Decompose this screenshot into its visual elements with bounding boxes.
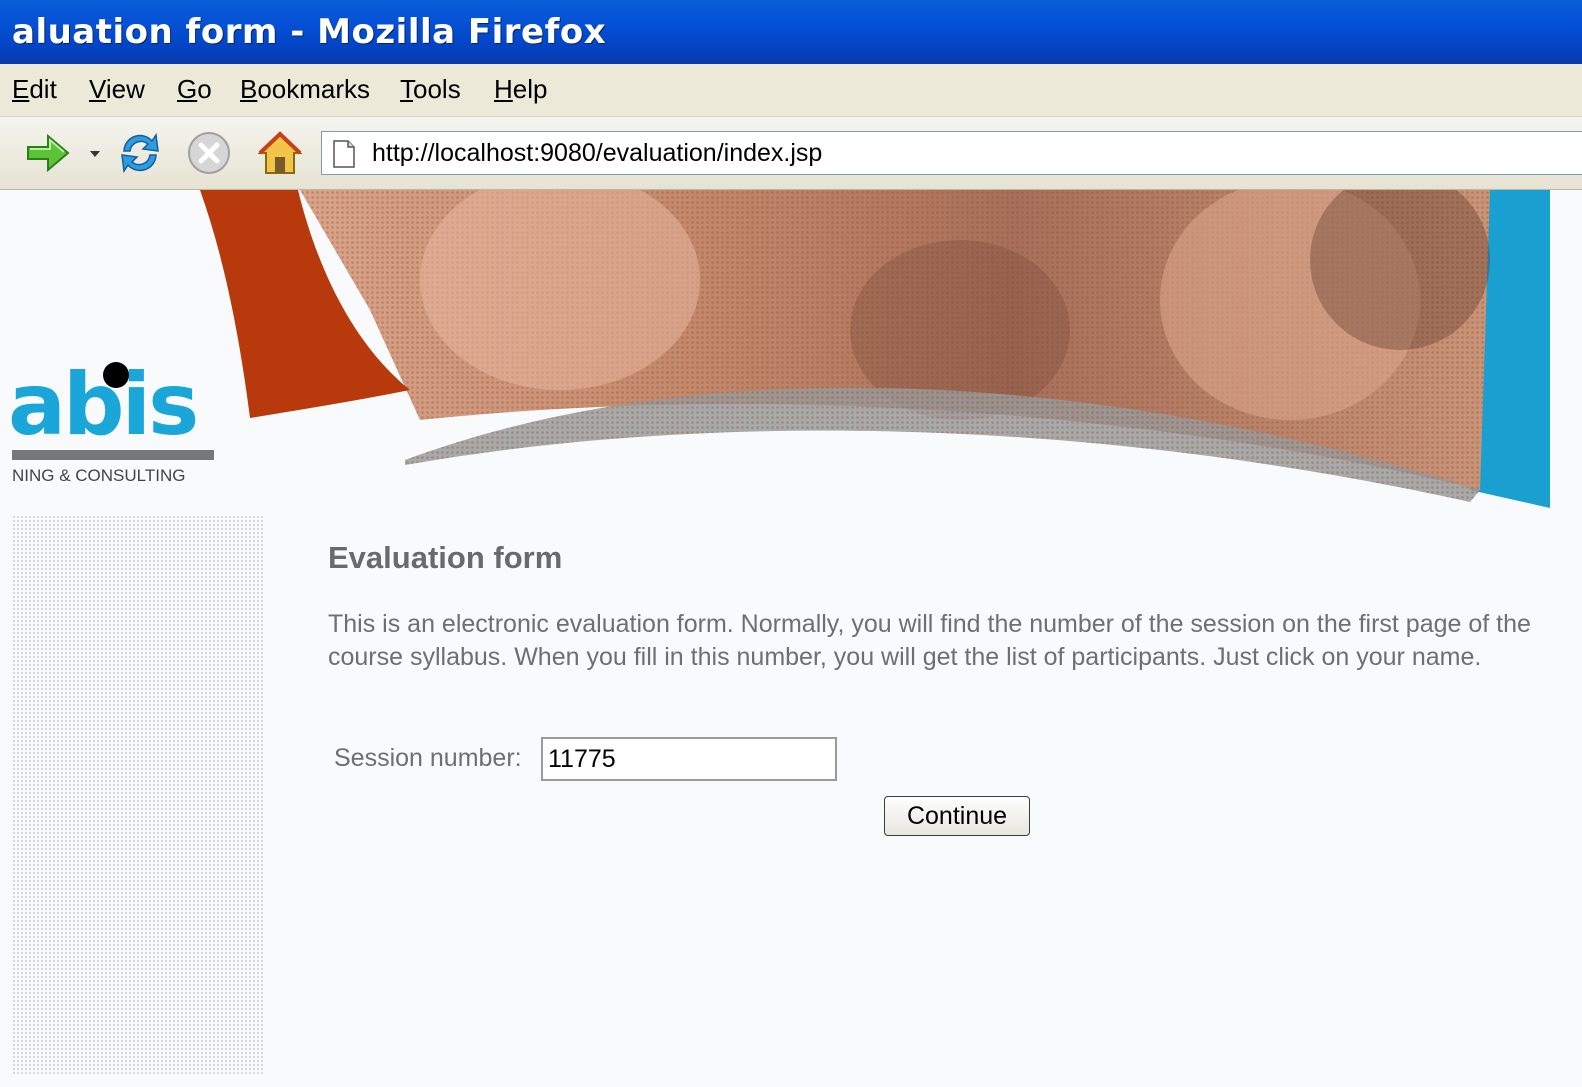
menu-help[interactable]: Help (494, 74, 547, 105)
menu-edit-label: dit (29, 74, 57, 104)
menu-edit[interactable]: Edit (12, 74, 57, 105)
window-titlebar: aluation form - Mozilla Firefox (0, 0, 1582, 64)
dot-pattern-decoration (12, 515, 264, 1075)
menu-go[interactable]: Go (177, 74, 212, 105)
window-title: aluation form - Mozilla Firefox (12, 12, 607, 52)
stop-button[interactable] (185, 129, 233, 177)
menu-tools[interactable]: Tools (400, 74, 461, 105)
continue-button[interactable]: Continue (884, 796, 1030, 836)
stop-icon (188, 132, 230, 174)
menu-bookmarks-label: ookmarks (257, 74, 371, 104)
home-icon (257, 131, 303, 174)
menu-go-label: o (197, 74, 212, 104)
forward-history-dropdown[interactable] (84, 129, 106, 177)
menu-bookmarks-mnemonic: B (240, 74, 258, 104)
page-content: abis NING & CONSULTING Evaluation form T… (0, 190, 1582, 1087)
reload-icon (121, 132, 159, 174)
menu-view[interactable]: View (89, 74, 145, 105)
logo-dot-decoration (103, 362, 129, 388)
logo-underline (12, 450, 214, 460)
menu-view-label: iew (105, 74, 145, 104)
menu-view-mnemonic: V (89, 74, 106, 104)
page-title: Evaluation form (328, 540, 563, 575)
session-number-input[interactable] (541, 737, 837, 781)
forward-icon (27, 133, 70, 173)
logo-tagline: NING & CONSULTING (12, 466, 186, 485)
menu-bookmarks[interactable]: Bookmarks (240, 74, 370, 105)
session-number-label: Session number: (334, 744, 522, 772)
menu-help-mnemonic: H (494, 74, 513, 104)
menu-tools-label: ools (413, 74, 461, 104)
menu-edit-mnemonic: E (12, 74, 30, 104)
forward-button[interactable] (24, 129, 72, 177)
address-url: http://localhost:9080/evaluation/index.j… (372, 139, 823, 167)
menu-help-label: elp (512, 74, 548, 104)
menu-go-mnemonic: G (177, 74, 198, 104)
reload-button[interactable] (116, 129, 164, 177)
address-bar[interactable]: http://localhost:9080/evaluation/index.j… (321, 131, 1582, 175)
navigation-toolbar: http://localhost:9080/evaluation/index.j… (0, 117, 1582, 190)
dropdown-arrow-icon (90, 151, 100, 157)
intro-text: This is an electronic evaluation form. N… (328, 610, 1531, 671)
header-banner-image (200, 190, 1550, 508)
page-icon (333, 140, 355, 168)
menu-tools-mnemonic: T (400, 74, 413, 104)
menubar: Edit View Go Bookmarks Tools Help (0, 64, 1582, 117)
home-button[interactable] (256, 129, 304, 177)
